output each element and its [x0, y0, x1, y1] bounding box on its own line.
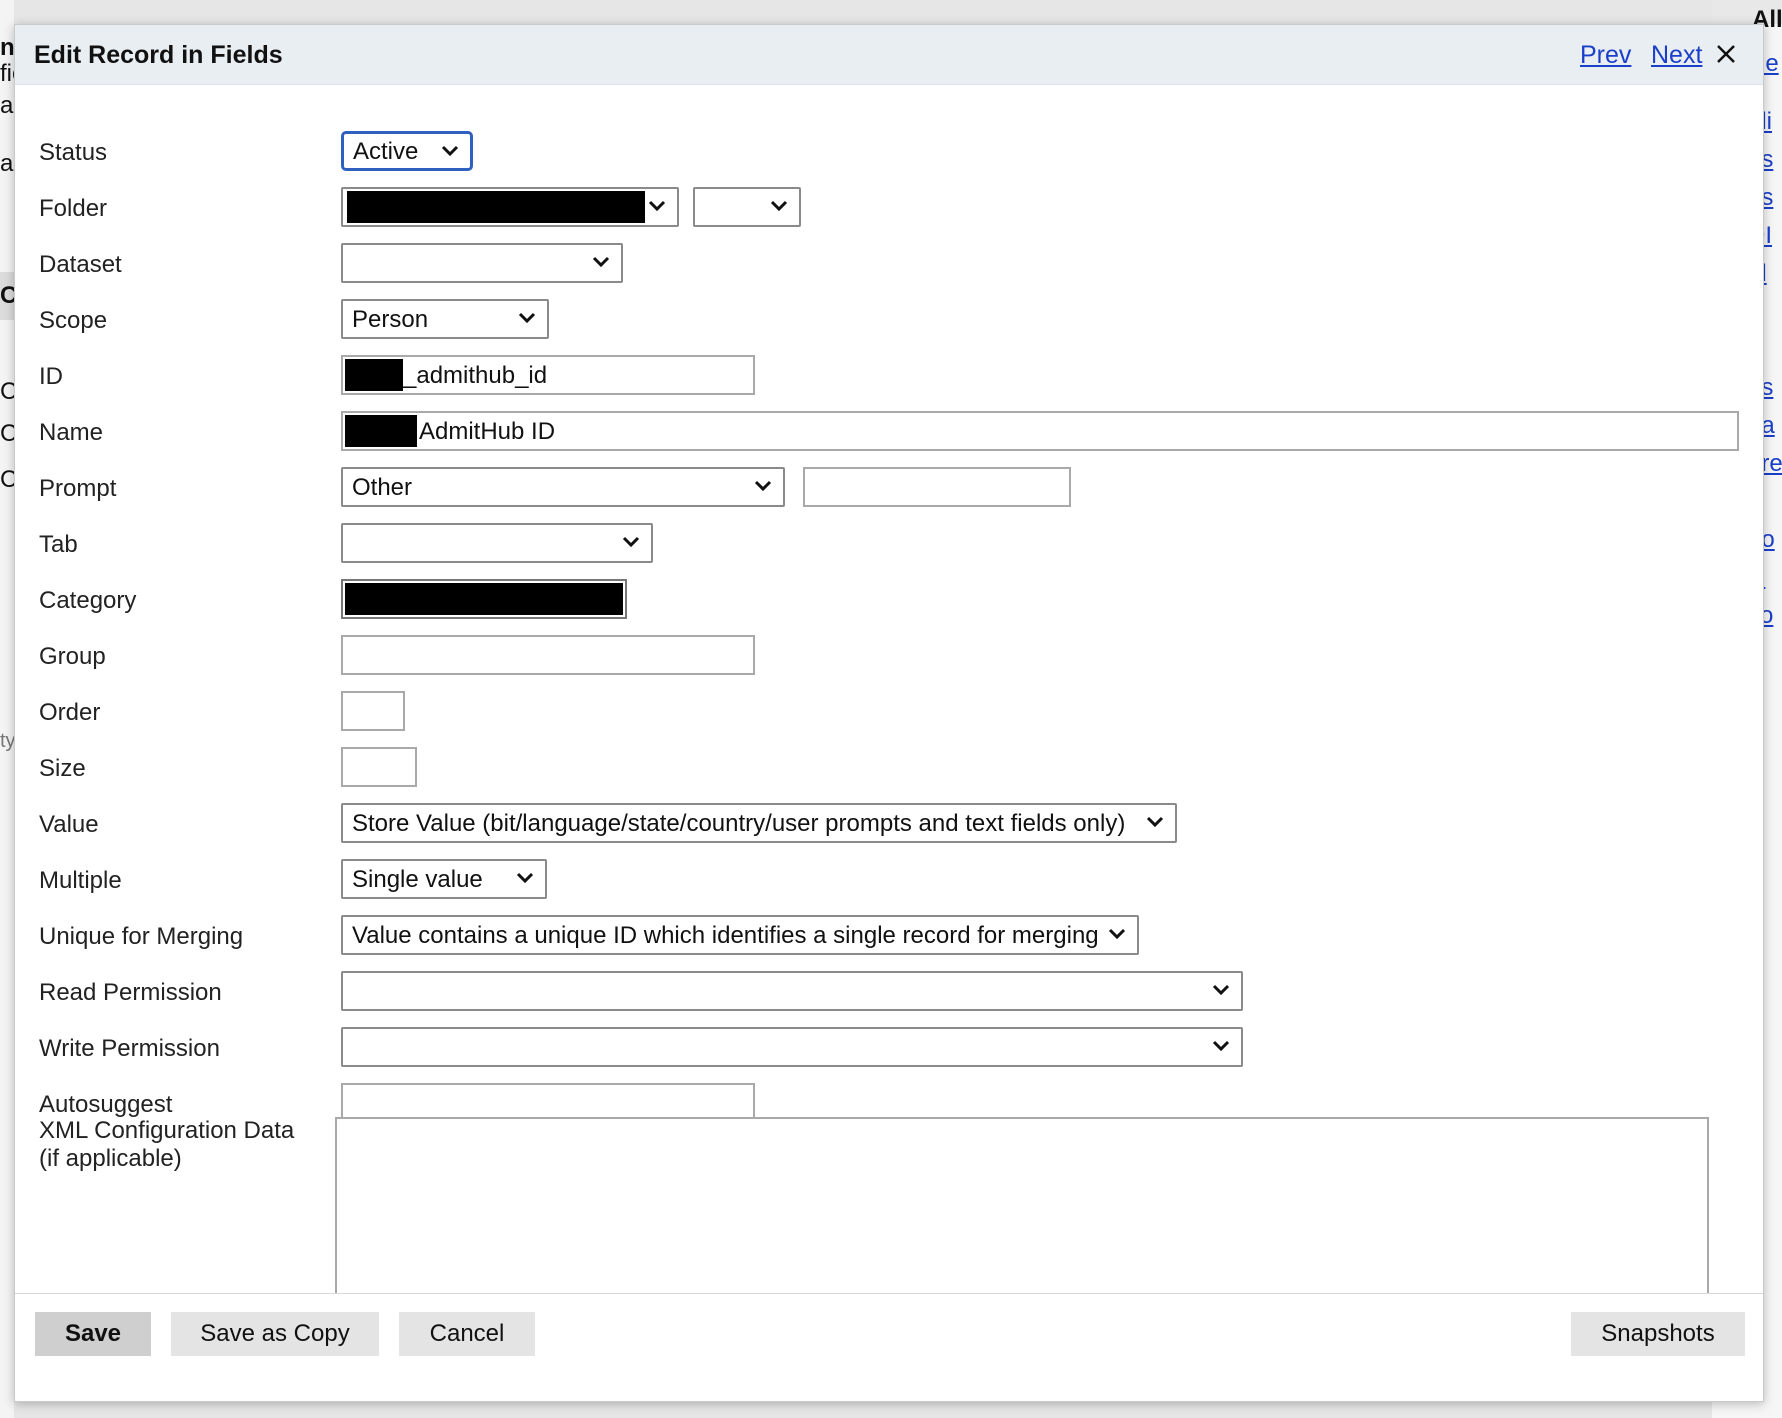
dataset-select[interactable] [341, 243, 623, 283]
size-label: Size [39, 755, 86, 782]
dialog-titlebar: Edit Record in Fields Prev Next [15, 25, 1763, 85]
xml-label-line1: XML Configuration Data [39, 1117, 295, 1144]
group-input[interactable] [341, 635, 755, 675]
tab-label: Tab [39, 531, 78, 558]
bg-text: C [0, 282, 14, 309]
write-permission-row: Write Permission [15, 1027, 1763, 1071]
chevron-down-icon [1146, 816, 1164, 828]
chevron-down-icon [622, 536, 640, 548]
status-select[interactable]: Active [341, 131, 473, 171]
order-input[interactable] [341, 691, 405, 731]
prompt-extra-input[interactable] [803, 467, 1071, 507]
size-input[interactable] [341, 747, 417, 787]
write-permission-label: Write Permission [39, 1035, 220, 1062]
chevron-down-icon [1108, 928, 1126, 940]
id-label: ID [39, 363, 63, 390]
close-icon[interactable] [1711, 39, 1741, 69]
save-as-copy-button[interactable]: Save as Copy [171, 1312, 379, 1356]
chevron-down-icon [1212, 1040, 1230, 1052]
bg-text: C [0, 420, 14, 447]
name-row: Name AdmitHub ID [15, 411, 1763, 455]
autosuggest-label: Autosuggest [39, 1091, 173, 1118]
cancel-button[interactable]: Cancel [399, 1312, 535, 1356]
dialog-title: Edit Record in Fields [34, 41, 283, 69]
scope-select[interactable]: Person [341, 299, 549, 339]
prompt-row: Prompt Other [15, 467, 1763, 511]
scope-row: Scope Person [15, 299, 1763, 343]
tab-select[interactable] [341, 523, 653, 563]
bg-text: a [0, 150, 14, 177]
background-page-left: n fie a a C C C C ty [0, 0, 14, 1418]
scope-label: Scope [39, 307, 108, 334]
value-label: Value [39, 811, 99, 838]
edit-record-dialog: Edit Record in Fields Prev Next Status A… [14, 24, 1764, 1402]
dialog-footer: Save Save as Copy Cancel Snapshots [15, 1293, 1763, 1401]
id-input[interactable]: _admithub_id [341, 355, 755, 395]
group-label: Group [39, 643, 106, 670]
folder-label: Folder [39, 195, 108, 222]
multiple-select[interactable]: Single value [341, 859, 547, 899]
folder-row: Folder [15, 187, 1763, 231]
status-label: Status [39, 139, 108, 166]
prompt-select[interactable]: Other [341, 467, 785, 507]
group-row: Group [15, 635, 1763, 679]
dataset-row: Dataset [15, 243, 1763, 287]
multiple-row: Multiple Single value [15, 859, 1763, 903]
order-row: Order [15, 691, 1763, 735]
chevron-down-icon [770, 200, 788, 212]
chevron-down-icon [518, 312, 536, 324]
bg-text: C [0, 466, 14, 493]
xml-label-line2: (if applicable) [39, 1145, 182, 1172]
read-permission-row: Read Permission [15, 971, 1763, 1015]
subfolder-select[interactable] [693, 187, 801, 227]
write-permission-select[interactable] [341, 1027, 1243, 1067]
name-label: Name [39, 419, 104, 446]
bg-text: C [0, 378, 14, 405]
category-row: Category [15, 579, 1763, 623]
order-label: Order [39, 699, 101, 726]
bg-text: ty [0, 730, 14, 752]
prev-link[interactable]: Prev [1580, 41, 1631, 70]
save-button[interactable]: Save [35, 1312, 151, 1356]
chevron-down-icon [516, 872, 534, 884]
unique-select[interactable]: Value contains a unique ID which identif… [341, 915, 1139, 955]
category-input[interactable] [341, 579, 627, 619]
id-row: ID _admithub_id [15, 355, 1763, 399]
bg-text: n [0, 34, 14, 61]
status-row: Status Active [15, 131, 1763, 175]
prompt-label: Prompt [39, 475, 117, 502]
folder-select[interactable] [341, 187, 679, 227]
chevron-down-icon [592, 256, 610, 268]
redacted-block [345, 415, 417, 447]
unique-row: Unique for Merging Value contains a uniq… [15, 915, 1763, 959]
snapshots-button[interactable]: Snapshots [1571, 1312, 1745, 1356]
dataset-label: Dataset [39, 251, 122, 278]
value-row: Value Store Value (bit/language/state/co… [15, 803, 1763, 847]
value-select[interactable]: Store Value (bit/language/state/country/… [341, 803, 1177, 843]
chevron-down-icon [648, 200, 666, 212]
multiple-label: Multiple [39, 867, 122, 894]
chevron-down-icon [1212, 984, 1230, 996]
chevron-down-icon [754, 480, 772, 492]
category-label: Category [39, 587, 137, 614]
tab-row: Tab [15, 523, 1763, 567]
redacted-block [347, 191, 645, 223]
redacted-block [345, 583, 623, 615]
name-input[interactable]: AdmitHub ID [341, 411, 1739, 451]
bg-text: fie [0, 60, 14, 87]
unique-label: Unique for Merging [39, 923, 244, 950]
next-link[interactable]: Next [1651, 41, 1702, 70]
chevron-down-icon [441, 145, 459, 157]
redacted-block [345, 359, 403, 391]
read-permission-label: Read Permission [39, 979, 222, 1006]
size-row: Size [15, 747, 1763, 791]
read-permission-select[interactable] [341, 971, 1243, 1011]
bg-text: a [0, 92, 14, 119]
